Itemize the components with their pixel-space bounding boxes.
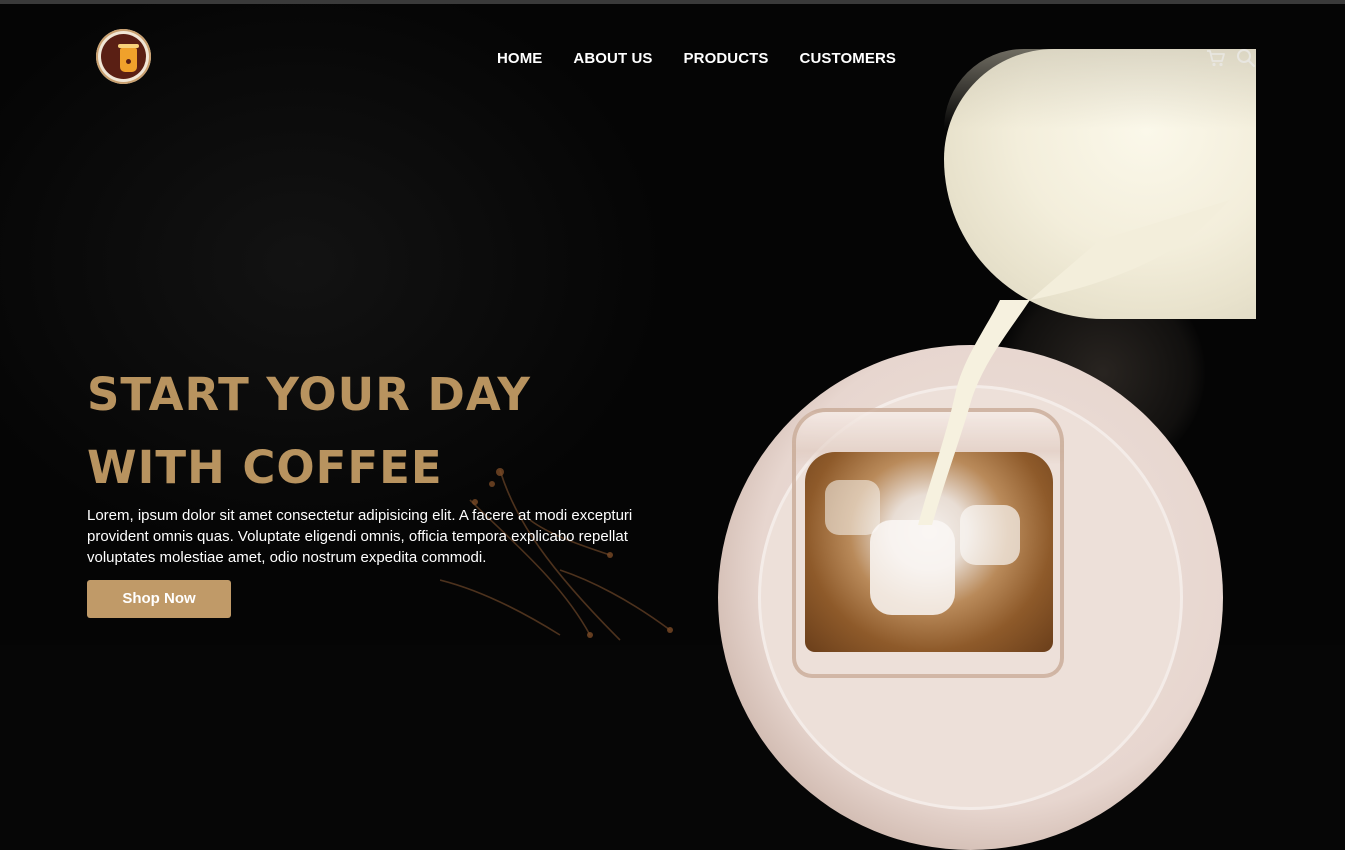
logo[interactable] — [96, 29, 151, 84]
logo-ring — [101, 34, 146, 79]
shop-now-button[interactable]: Shop Now — [87, 580, 231, 618]
hero-title: START YOUR DAY WITH COFFEE — [87, 358, 531, 504]
hero-description: Lorem, ipsum dolor sit amet consectetur … — [87, 507, 633, 566]
nav-products[interactable]: PRODUCTS — [684, 48, 769, 70]
ice-cube — [825, 480, 880, 535]
bean-icon — [126, 59, 131, 64]
nav-customers[interactable]: CUSTOMERS — [800, 48, 896, 70]
ice-cube — [960, 505, 1020, 565]
hero-title-line-1: START YOUR DAY — [87, 368, 531, 421]
search-icon[interactable] — [1236, 48, 1256, 68]
cart-icon[interactable] — [1206, 48, 1226, 68]
nav-about-us[interactable]: ABOUT US — [573, 48, 652, 70]
main-nav: HOME ABOUT US PRODUCTS CUSTOMERS — [497, 48, 896, 70]
hero-title-line-2: WITH COFFEE — [87, 441, 443, 494]
ice-cube — [870, 520, 955, 615]
coffee-cup-logo-icon — [118, 44, 139, 72]
nav-home[interactable]: HOME — [497, 48, 542, 70]
